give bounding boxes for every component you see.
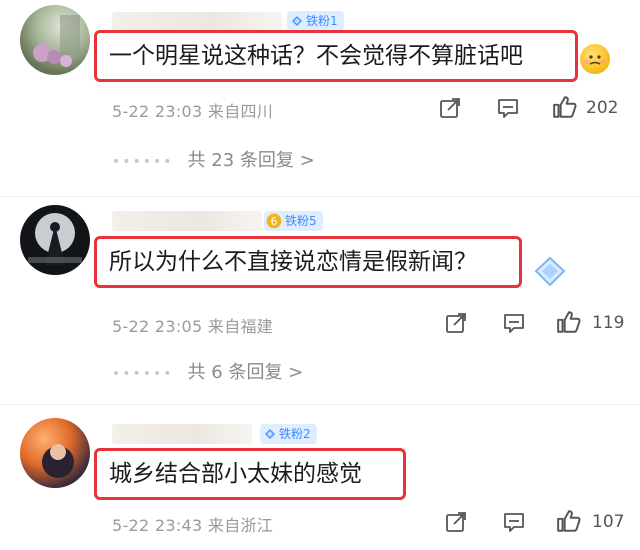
- divider: [0, 196, 640, 197]
- comment-date: 5-22: [112, 317, 150, 336]
- comment-date: 5-22: [112, 102, 150, 121]
- comment-location: 来自福建: [207, 317, 274, 336]
- gem-icon: [265, 429, 275, 439]
- comment-time: 23:03: [154, 102, 203, 121]
- fan-badge-label: 铁粉2: [279, 427, 311, 441]
- fan-badge: 铁粉1: [287, 11, 344, 31]
- replies-dots: ••••••: [112, 366, 174, 382]
- avatar[interactable]: [20, 418, 90, 488]
- comment-icon[interactable]: [502, 311, 526, 335]
- comment-time: 23:43: [154, 516, 203, 535]
- replies-label: 共 23 条回复 >: [187, 150, 315, 171]
- crown-badge-icon: 6: [266, 213, 282, 229]
- view-replies-link[interactable]: •••••• 共 6 条回复 >: [112, 358, 303, 384]
- replies-dots: ••••••: [112, 154, 174, 170]
- comment-text-content: 一个明星说这种话？不会觉得不算脏话吧: [109, 43, 523, 69]
- comment-text: 一个明星说这种话？不会觉得不算脏话吧: [94, 30, 578, 82]
- comment-date: 5-22: [112, 516, 150, 535]
- comment-time: 23:05: [154, 317, 203, 336]
- avatar[interactable]: [20, 205, 90, 275]
- avatar-image: [28, 213, 82, 265]
- view-replies-link[interactable]: •••••• 共 23 条回复 >: [112, 146, 315, 172]
- comment-text-content: 城乡结合部小太妹的感觉: [109, 461, 362, 487]
- fan-badge: 铁粉2: [260, 424, 317, 444]
- fan-badge: 6 铁粉5: [264, 211, 323, 231]
- comment-meta: 5-22 23:43 来自浙江: [112, 512, 273, 536]
- username-blurred[interactable]: [112, 211, 262, 231]
- fan-badge-label: 铁粉1: [306, 14, 338, 28]
- fan-badge-label: 铁粉5: [285, 214, 317, 228]
- comment-location: 来自四川: [207, 102, 274, 121]
- like-icon[interactable]: [552, 94, 578, 120]
- share-icon[interactable]: [438, 96, 462, 120]
- svg-text:6: 6: [271, 215, 278, 228]
- comment-meta: 5-22 23:03 来自四川: [112, 98, 273, 122]
- comment-meta: 5-22 23:05 来自福建: [112, 313, 273, 337]
- avatar-image: [42, 444, 74, 478]
- divider: [0, 404, 640, 405]
- avatar[interactable]: [20, 5, 90, 75]
- comment-text: 所以为什么不直接说恋情是假新闻？: [94, 236, 522, 288]
- like-count: 107: [592, 512, 625, 532]
- username-blurred[interactable]: [112, 424, 252, 444]
- comment-text-content: 所以为什么不直接说恋情是假新闻？: [109, 249, 477, 275]
- diamond-sticker-icon: [534, 256, 566, 287]
- gem-icon: [292, 16, 302, 26]
- emoji-icon: [580, 44, 610, 74]
- share-icon[interactable]: [444, 311, 468, 335]
- username-blurred[interactable]: [112, 12, 282, 32]
- like-icon[interactable]: [556, 309, 582, 335]
- like-count: 202: [586, 98, 619, 118]
- like-count: 119: [592, 313, 625, 333]
- comment-icon[interactable]: [502, 510, 526, 534]
- avatar-image: [33, 15, 80, 67]
- share-icon[interactable]: [444, 510, 468, 534]
- comment-location: 来自浙江: [207, 516, 274, 535]
- comment-icon[interactable]: [496, 96, 520, 120]
- replies-label: 共 6 条回复 >: [187, 362, 304, 383]
- comment-item: 铁粉1 一个明星说这种话？不会觉得不算脏话吧 5-22 23:03 来自四川 2…: [0, 0, 640, 200]
- comment-text: 城乡结合部小太妹的感觉: [94, 448, 406, 500]
- like-icon[interactable]: [556, 508, 582, 534]
